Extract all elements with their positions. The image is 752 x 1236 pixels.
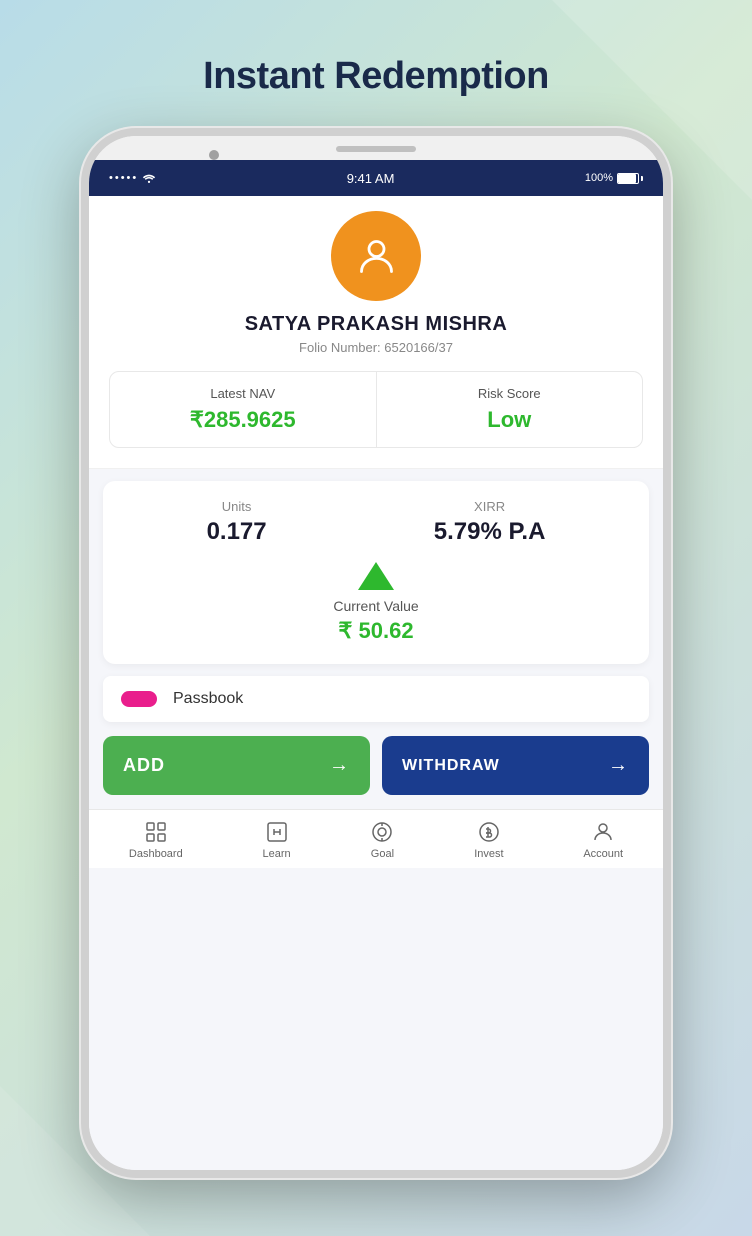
current-value-amount: ₹ 50.62 — [338, 618, 413, 644]
current-value-label: Current Value — [333, 598, 418, 614]
risk-value: Low — [487, 407, 531, 433]
nav-learn-label: Learn — [263, 848, 291, 860]
account-icon — [591, 820, 615, 844]
profile-name: SATYA PRAKASH MISHRA — [245, 313, 508, 336]
avatar — [331, 211, 421, 301]
front-camera — [209, 150, 219, 160]
units-label: Units — [222, 499, 252, 514]
goal-icon — [370, 820, 394, 844]
nav-item-dashboard[interactable]: Dashboard — [129, 820, 183, 860]
withdraw-button-label: WITHDRAW — [402, 757, 500, 775]
dashboard-icon — [144, 820, 168, 844]
nav-item-account[interactable]: Account — [583, 820, 623, 860]
phone-speaker — [336, 146, 416, 152]
status-left: ••••• — [109, 172, 156, 184]
units-section: Units 0.177 XIRR 5.79% P.A Current Value… — [103, 481, 649, 664]
withdraw-arrow-icon: → — [608, 754, 629, 777]
xirr-label: XIRR — [474, 499, 505, 514]
nav-box: Latest NAV ₹285.9625 — [110, 372, 377, 447]
passbook-tab-button[interactable] — [121, 691, 157, 707]
bottom-nav: Dashboard Learn Goal — [89, 809, 663, 868]
action-buttons: ADD → WITHDRAW → — [89, 722, 663, 809]
invest-icon — [477, 820, 501, 844]
passbook-strip: Passbook — [103, 676, 649, 722]
risk-box: Risk Score Low — [377, 372, 643, 447]
up-triangle-icon — [358, 562, 394, 590]
phone-frame: ••••• 9:41 AM 100% SA — [81, 128, 671, 1178]
nav-item-goal[interactable]: Goal — [370, 820, 394, 860]
status-bar: ••••• 9:41 AM 100% — [89, 160, 663, 196]
add-button-label: ADD — [123, 755, 165, 776]
nav-item-invest[interactable]: Invest — [474, 820, 503, 860]
battery-icon — [617, 173, 643, 184]
app-screen: SATYA PRAKASH MISHRA Folio Number: 65201… — [89, 196, 663, 1170]
nav-item-learn[interactable]: Learn — [263, 820, 291, 860]
nav-invest-label: Invest — [474, 848, 503, 860]
nav-account-label: Account — [583, 848, 623, 860]
current-value-section: Current Value ₹ 50.62 — [123, 562, 629, 644]
units-xirr-row: Units 0.177 XIRR 5.79% P.A — [123, 499, 629, 546]
learn-icon — [265, 820, 289, 844]
xirr-box: XIRR 5.79% P.A — [434, 499, 546, 546]
xirr-value: 5.79% P.A — [434, 518, 546, 546]
user-icon — [354, 234, 399, 279]
profile-section: SATYA PRAKASH MISHRA Folio Number: 65201… — [89, 196, 663, 469]
add-arrow-icon: → — [329, 754, 350, 777]
folio-number: Folio Number: 6520166/37 — [299, 340, 453, 355]
signal-icon: ••••• — [109, 172, 138, 184]
nav-value: ₹285.9625 — [190, 407, 296, 433]
nav-goal-label: Goal — [371, 848, 394, 860]
battery-percent: 100% — [585, 172, 613, 184]
withdraw-button[interactable]: WITHDRAW → — [382, 736, 649, 795]
add-button[interactable]: ADD → — [103, 736, 370, 795]
status-time: 9:41 AM — [347, 171, 395, 186]
units-value: 0.177 — [207, 518, 267, 546]
phone-top-bar — [89, 136, 663, 160]
risk-label: Risk Score — [478, 386, 541, 401]
nav-risk-card: Latest NAV ₹285.9625 Risk Score Low — [109, 371, 643, 448]
passbook-label: Passbook — [173, 690, 243, 708]
units-box: Units 0.177 — [207, 499, 267, 546]
page-title: Instant Redemption — [203, 55, 549, 98]
status-right: 100% — [585, 172, 643, 184]
nav-dashboard-label: Dashboard — [129, 848, 183, 860]
nav-label: Latest NAV — [210, 386, 275, 401]
wifi-icon — [142, 173, 156, 183]
